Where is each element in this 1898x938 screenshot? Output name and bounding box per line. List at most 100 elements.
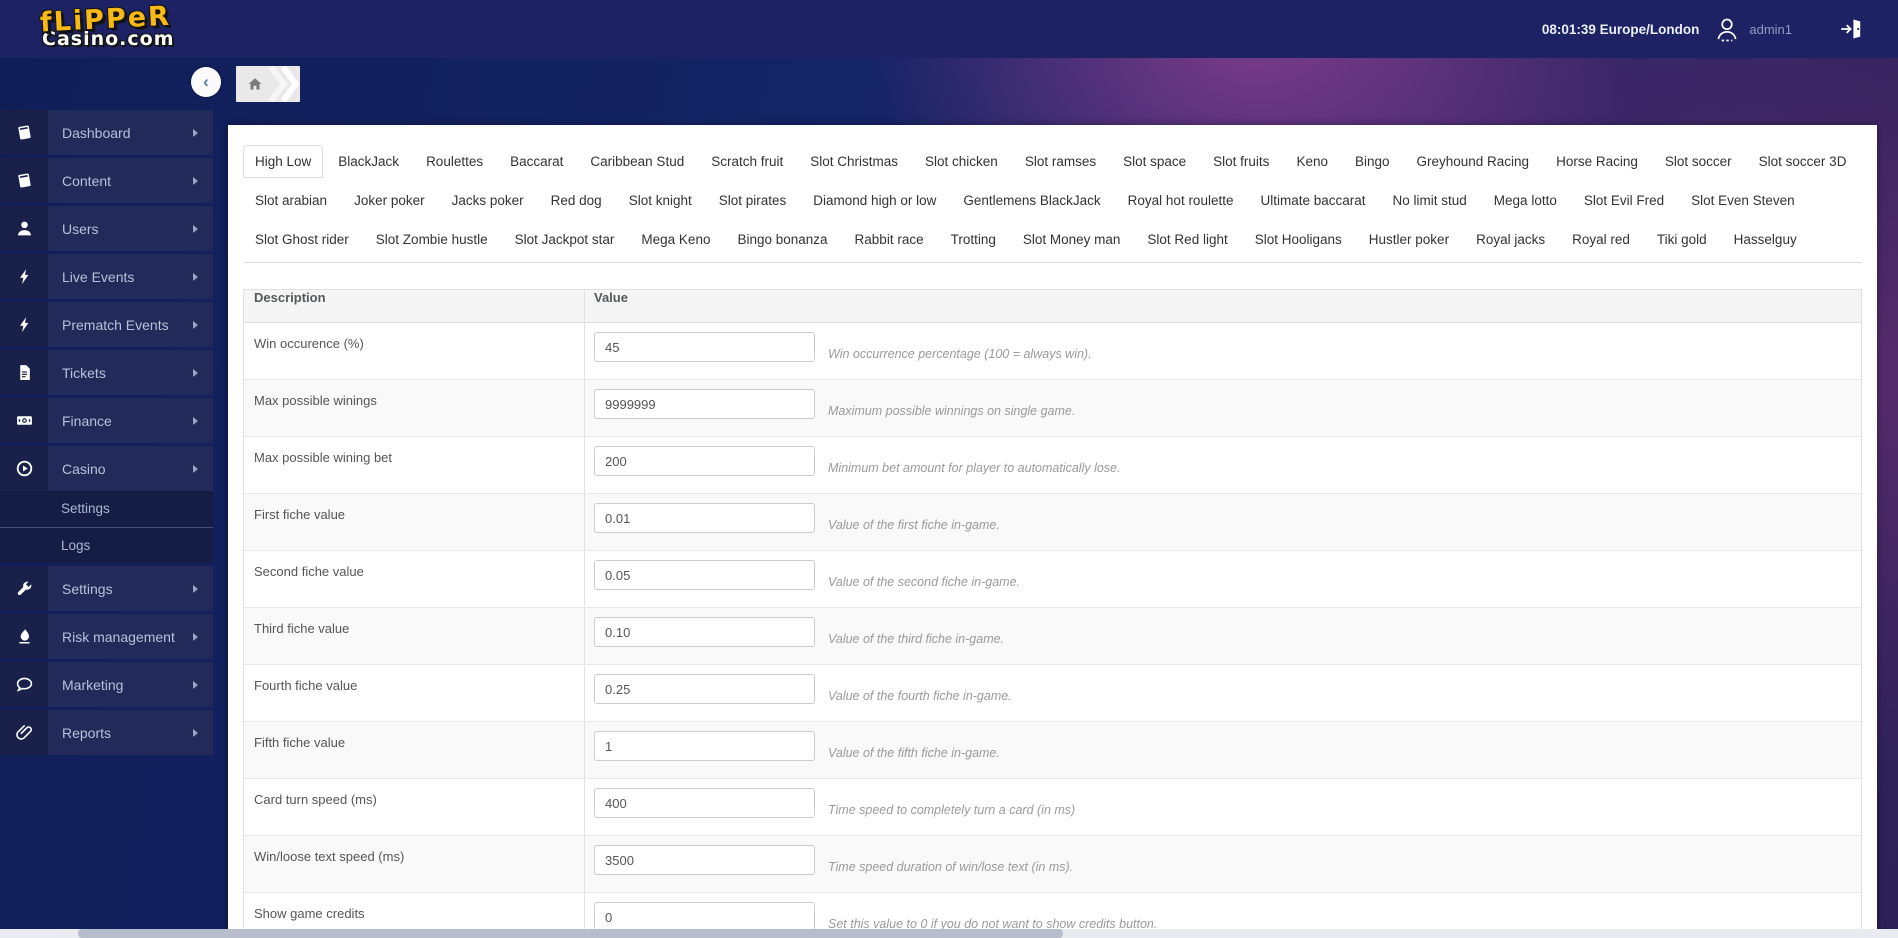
sidebar-item-users[interactable]: Users [0, 206, 213, 251]
tab-slot-even-steven[interactable]: Slot Even Steven [1679, 184, 1807, 217]
tab-slot-soccer-3d[interactable]: Slot soccer 3D [1747, 145, 1859, 178]
tab-mega-lotto[interactable]: Mega lotto [1482, 184, 1569, 217]
sidebar-item-settings[interactable]: Settings [0, 566, 213, 611]
sidebar-item-casino[interactable]: Casino [0, 446, 213, 491]
tab-slot-pirates[interactable]: Slot pirates [707, 184, 799, 217]
flame-icon [0, 614, 48, 659]
tab-roulettes[interactable]: Roulettes [414, 145, 495, 178]
tab-horse-racing[interactable]: Horse Racing [1544, 145, 1650, 178]
tab-keno[interactable]: Keno [1284, 145, 1340, 178]
sidebar-item-content[interactable]: Content [0, 158, 213, 203]
setting-value-cell: Time speed to completely turn a card (in… [585, 779, 1861, 835]
sidebar-collapse-button[interactable]: ‹ [191, 67, 221, 97]
tab-royal-jacks[interactable]: Royal jacks [1464, 223, 1557, 256]
setting-description: Max possible winings [244, 380, 585, 436]
setting-input-fourth-fiche-value[interactable] [594, 674, 815, 704]
tab-baccarat[interactable]: Baccarat [498, 145, 575, 178]
sidebar-item-live-events[interactable]: Live Events [0, 254, 213, 299]
tab-diamond-high-or-low[interactable]: Diamond high or low [801, 184, 948, 217]
tab-slot-chicken[interactable]: Slot chicken [913, 145, 1010, 178]
setting-input-win-occurence[interactable] [594, 332, 815, 362]
setting-input-show-game-credits[interactable] [594, 902, 815, 932]
sidebar-item-prematch-events[interactable]: Prematch Events [0, 302, 213, 347]
tab-trotting[interactable]: Trotting [939, 223, 1008, 256]
tab-no-limit-stud[interactable]: No limit stud [1381, 184, 1479, 217]
table-row-first-fiche-value: First fiche value Value of the first fich… [244, 494, 1861, 551]
tab-hasselguy[interactable]: Hasselguy [1722, 223, 1809, 256]
top-header: fLiPPeR Casino.com 08:01:39 Europe/Londo… [0, 0, 1898, 58]
sidebar-item-label: Casino [62, 460, 106, 477]
setting-input-max-possible-winings[interactable] [594, 389, 815, 419]
tab-joker-poker[interactable]: Joker poker [342, 184, 437, 217]
tab-gentlemens-blackjack[interactable]: Gentlemens BlackJack [951, 184, 1112, 217]
tab-greyhound-racing[interactable]: Greyhound Racing [1405, 145, 1542, 178]
sidebar-item-dashboard[interactable]: Dashboard [0, 110, 213, 155]
tab-slot-soccer[interactable]: Slot soccer [1653, 145, 1744, 178]
tab-tiki-gold[interactable]: Tiki gold [1645, 223, 1719, 256]
table-row-fifth-fiche-value: Fifth fiche value Value of the fifth fich… [244, 722, 1861, 779]
chevron-right-icon [193, 320, 198, 329]
sidebar-item-reports[interactable]: Reports [0, 710, 213, 755]
tab-hustler-poker[interactable]: Hustler poker [1357, 223, 1461, 256]
setting-help-text: Minimum bet amount for player to automat… [828, 461, 1121, 475]
logout-icon[interactable] [1838, 16, 1864, 42]
home-icon [248, 78, 262, 90]
tab-slot-jackpot-star[interactable]: Slot Jackpot star [503, 223, 627, 256]
tab-red-dog[interactable]: Red dog [539, 184, 614, 217]
tab-slot-fruits[interactable]: Slot fruits [1201, 145, 1281, 178]
tab-slot-arabian[interactable]: Slot arabian [243, 184, 339, 217]
tab-mega-keno[interactable]: Mega Keno [629, 223, 722, 256]
setting-input-third-fiche-value[interactable] [594, 617, 815, 647]
breadcrumb[interactable] [236, 66, 300, 102]
tab-bingo[interactable]: Bingo [1343, 145, 1402, 178]
tab-slot-money-man[interactable]: Slot Money man [1011, 223, 1133, 256]
tab-slot-zombie-hustle[interactable]: Slot Zombie hustle [364, 223, 500, 256]
tab-slot-space[interactable]: Slot space [1111, 145, 1198, 178]
tab-jacks-poker[interactable]: Jacks poker [440, 184, 536, 217]
server-clock: 08:01:39 Europe/London [1541, 21, 1700, 37]
tab-ultimate-baccarat[interactable]: Ultimate baccarat [1248, 184, 1377, 217]
tab-caribbean-stud[interactable]: Caribbean Stud [578, 145, 696, 178]
brand-logo[interactable]: fLiPPeR Casino.com [39, 1, 175, 50]
tab-royal-red[interactable]: Royal red [1560, 223, 1642, 256]
username-label[interactable]: admin1 [1749, 22, 1792, 37]
tab-high-low[interactable]: High Low [243, 145, 324, 178]
chevron-right-icon [193, 176, 198, 185]
chevron-right-icon [193, 368, 198, 377]
tab-slot-hooligans[interactable]: Slot Hooligans [1243, 223, 1354, 256]
setting-input-card-turn-speed-ms[interactable] [594, 788, 815, 818]
chevron-right-icon [193, 584, 198, 593]
book-icon [0, 158, 48, 203]
tab-bingo-bonanza[interactable]: Bingo bonanza [725, 223, 839, 256]
tab-royal-hot-roulette[interactable]: Royal hot roulette [1116, 184, 1246, 217]
tab-slot-red-light[interactable]: Slot Red light [1135, 223, 1239, 256]
tab-slot-christmas[interactable]: Slot Christmas [798, 145, 910, 178]
tab-slot-knight[interactable]: Slot knight [617, 184, 704, 217]
horizontal-scrollbar[interactable] [0, 929, 1898, 938]
sidebar-subitem-logs[interactable]: Logs [0, 527, 213, 563]
setting-input-fifth-fiche-value[interactable] [594, 731, 815, 761]
tab-slot-evil-fred[interactable]: Slot Evil Fred [1572, 184, 1676, 217]
setting-input-second-fiche-value[interactable] [594, 560, 815, 590]
setting-input-max-possible-wining-bet[interactable] [594, 446, 815, 476]
sidebar-item-risk-management[interactable]: Risk management [0, 614, 213, 659]
setting-input-first-fiche-value[interactable] [594, 503, 815, 533]
sidebar-item-marketing[interactable]: Marketing [0, 662, 213, 707]
sidebar-item-finance[interactable]: Finance [0, 398, 213, 443]
tab-scratch-fruit[interactable]: Scratch fruit [699, 145, 795, 178]
tab-rabbit-race[interactable]: Rabbit race [843, 223, 936, 256]
setting-input-win-loose-text-speed-ms[interactable] [594, 845, 815, 875]
chevron-left-icon: ‹ [203, 72, 209, 91]
setting-description: Second fiche value [244, 551, 585, 607]
chat-icon [0, 662, 48, 707]
setting-value-cell: Value of the first fiche in-game. [585, 494, 1861, 550]
tab-slot-ghost-rider[interactable]: Slot Ghost rider [243, 223, 361, 256]
sidebar-subitem-settings[interactable]: Settings [0, 491, 213, 527]
sidebar-item-label: Dashboard [62, 124, 131, 141]
user-avatar-icon [1717, 18, 1737, 42]
tab-slot-ramses[interactable]: Slot ramses [1013, 145, 1108, 178]
horizontal-scrollbar-thumb[interactable] [78, 929, 1063, 938]
sidebar-item-tickets[interactable]: Tickets [0, 350, 213, 395]
tab-blackjack[interactable]: BlackJack [326, 145, 411, 178]
setting-help-text: Value of the fifth fiche in-game. [828, 746, 1000, 760]
